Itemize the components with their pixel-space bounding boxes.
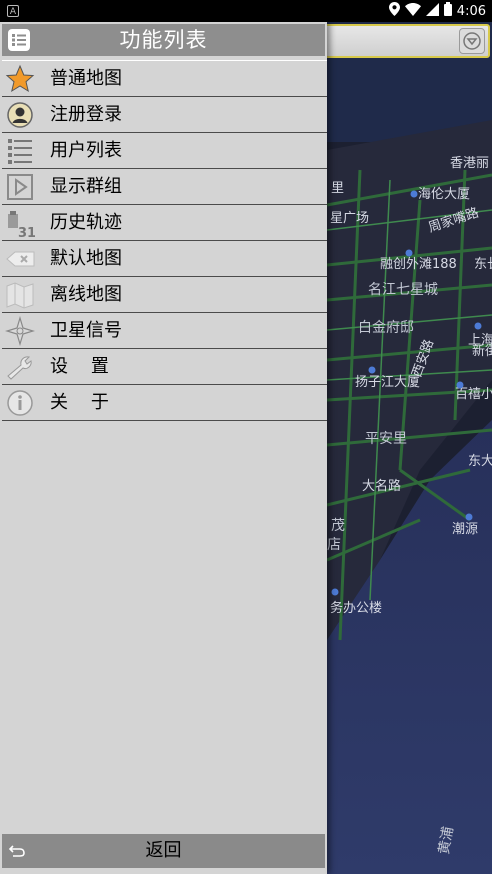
menu-item-history-track[interactable]: 31 历史轨迹: [2, 205, 327, 241]
menu-item-label: 默认地图: [50, 248, 122, 269]
menu-item-about[interactable]: 关 于: [2, 385, 327, 421]
map-label: 海伦大厦: [418, 187, 470, 202]
map-label: 星广场: [330, 211, 369, 226]
backspace-icon: [5, 244, 35, 274]
menu-list: 普通地图 注册登录 用户列表 显示群组 31 历史轨迹 默认地图 离线地图 卫星…: [2, 60, 327, 421]
back-button-label: 返回: [145, 840, 182, 861]
notification-icon: A: [7, 5, 19, 17]
back-button[interactable]: 返回: [2, 834, 325, 868]
drawer-title: 功能列表: [119, 28, 208, 52]
map-label: 茂: [331, 517, 345, 534]
menu-item-register-login[interactable]: 注册登录: [2, 97, 327, 133]
wrench-icon: [5, 352, 35, 382]
map-label: 平安里: [365, 431, 407, 447]
user-avatar-icon: [5, 100, 35, 130]
list-icon: [5, 136, 35, 166]
menu-item-user-list[interactable]: 用户列表: [2, 133, 327, 169]
menu-item-label: 显示群组: [50, 176, 122, 197]
folded-map-icon: [5, 280, 35, 310]
map-label: 东大: [468, 454, 492, 469]
menu-item-default-map[interactable]: 默认地图: [2, 241, 327, 277]
menu-item-label: 设 置: [50, 356, 109, 377]
map-label: 名江七星城: [368, 282, 438, 298]
svg-text:31: 31: [18, 226, 35, 238]
map-label: 里: [331, 181, 344, 196]
status-bar: A 4:06: [0, 0, 492, 22]
map-label: 新街: [472, 343, 492, 359]
navigation-drawer: 功能列表 普通地图 注册登录 用户列表 显示群组 31 历史轨迹 默认地图 离线…: [0, 22, 327, 874]
wifi-icon: [404, 2, 421, 20]
menu-item-label: 关 于: [50, 392, 109, 413]
map-label: 白金府邸: [358, 320, 414, 336]
map-label: 扬子江大厦: [355, 375, 420, 390]
menu-item-settings[interactable]: 设 置: [2, 349, 327, 385]
menu-item-offline-map[interactable]: 离线地图: [2, 277, 327, 313]
location-icon: [388, 2, 400, 20]
signal-icon: [425, 2, 439, 20]
menu-item-show-group[interactable]: 显示群组: [2, 169, 327, 205]
play-box-icon: [5, 172, 35, 202]
status-time: 4:06: [456, 3, 486, 19]
menu-item-label: 离线地图: [50, 284, 122, 305]
compass-star-icon: [4, 315, 36, 347]
status-icons: 4:06: [388, 2, 486, 20]
battery-icon: [443, 2, 452, 20]
menu-item-label: 普通地图: [50, 68, 122, 89]
menu-item-label: 历史轨迹: [50, 212, 122, 233]
star-icon: [5, 64, 35, 94]
drawer-header: 功能列表: [2, 24, 325, 56]
map-label: 店: [327, 537, 341, 553]
map-label: 务办公楼: [330, 600, 382, 616]
menu-item-normal-map[interactable]: 普通地图: [2, 60, 327, 97]
menu-item-label: 注册登录: [50, 104, 122, 125]
info-icon: [5, 388, 35, 418]
map-label: 百禧小区: [455, 387, 492, 402]
menu-item-satellite-signal[interactable]: 卫星信号: [2, 313, 327, 349]
map-label: 潮源: [452, 522, 478, 537]
chevron-down-circle-icon: [463, 32, 481, 50]
map-label: 融创外滩188: [380, 257, 457, 272]
search-dropdown-button[interactable]: [459, 28, 485, 54]
map-label: 东长: [474, 257, 492, 272]
map-label: 香港丽: [450, 156, 489, 171]
menu-item-label: 卫星信号: [50, 320, 122, 341]
map-search-bar[interactable]: [320, 24, 490, 58]
calendar-31-icon: 31: [5, 208, 36, 241]
menu-item-label: 用户列表: [50, 140, 122, 161]
map-label: 大名路: [362, 478, 401, 494]
